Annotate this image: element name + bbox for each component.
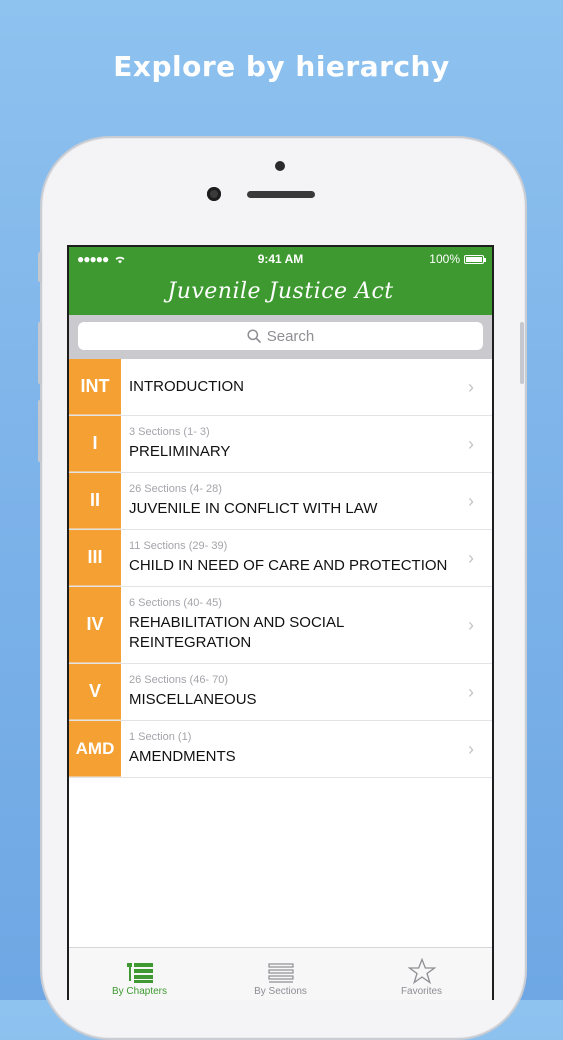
chevron-right-icon: › — [468, 739, 474, 759]
star-icon — [407, 958, 436, 984]
chapter-row-juvenile-conflict[interactable]: II 26 Sections (4- 28) JUVENILE IN CONFL… — [69, 473, 492, 530]
tab-label: Favorites — [400, 986, 443, 997]
proximity-sensor — [275, 161, 285, 171]
earpiece-speaker — [247, 191, 315, 198]
search-container: Search — [69, 315, 492, 359]
power-button — [520, 322, 524, 384]
chapter-badge: I — [69, 416, 121, 472]
search-placeholder: Search — [266, 327, 315, 345]
app-screen: ●●●●● 9:41 AM 100% Juvenile Justice Act … — [67, 245, 494, 1000]
status-bar: ●●●●● 9:41 AM 100% — [69, 252, 492, 268]
search-input[interactable]: Search — [78, 322, 483, 350]
chapter-title: PRELIMINARY — [129, 443, 231, 460]
tab-bar: By Chapters By Sections Favorites — [69, 947, 492, 1000]
mute-switch — [38, 252, 42, 282]
tab-label: By Chapters — [111, 986, 168, 997]
tab-by-chapters[interactable]: By Chapters — [69, 948, 210, 1000]
sections-list-icon — [267, 963, 294, 983]
volume-down-button — [38, 400, 42, 462]
chapter-title: INTRODUCTION — [129, 378, 244, 395]
chevron-right-icon: › — [468, 548, 474, 568]
chapter-section-count: 6 Sections (40- 45) — [129, 597, 222, 609]
chapter-row-preliminary[interactable]: I 3 Sections (1- 3) PRELIMINARY › — [69, 416, 492, 473]
chapter-row-amendments[interactable]: AMD 1 Section (1) AMENDMENTS › — [69, 721, 492, 778]
chapter-section-count: 3 Sections (1- 3) — [129, 426, 210, 438]
chapter-badge: V — [69, 664, 121, 720]
chevron-right-icon: › — [468, 434, 474, 454]
battery-icon — [464, 254, 486, 264]
chapter-section-count: 26 Sections (46- 70) — [129, 674, 229, 686]
chevron-right-icon: › — [468, 377, 474, 397]
navigation-bar: ●●●●● 9:41 AM 100% Juvenile Justice Act — [69, 247, 492, 315]
chapters-list-icon — [126, 963, 153, 983]
chevron-right-icon: › — [468, 491, 474, 511]
battery-percent: 100% — [429, 252, 460, 266]
chapter-badge: INT — [69, 359, 121, 415]
chevron-right-icon: › — [468, 615, 474, 635]
tab-by-sections[interactable]: By Sections — [210, 948, 351, 1000]
chapter-badge: IV — [69, 587, 121, 663]
chapter-title: JUVENILE IN CONFLICT WITH LAW — [129, 500, 378, 517]
chevron-right-icon: › — [468, 682, 474, 702]
tab-label: By Sections — [254, 986, 307, 997]
chapter-badge: AMD — [69, 721, 121, 777]
chapter-section-count: 11 Sections (29- 39) — [129, 540, 228, 552]
chapter-badge: III — [69, 530, 121, 586]
marketing-headline: Explore by hierarchy — [113, 50, 450, 83]
chapter-section-count: 1 Section (1) — [129, 731, 192, 743]
chapter-row-child-care[interactable]: III 11 Sections (29- 39) CHILD IN NEED O… — [69, 530, 492, 587]
chapter-list: INT INTRODUCTION › I 3 Sections (1- 3) P… — [69, 359, 492, 778]
chapter-title: REHABILITATION AND SOCIAL REINTEGRATION — [129, 614, 344, 651]
chapter-section-count: 26 Sections (4- 28) — [129, 483, 222, 495]
chapter-badge: II — [69, 473, 121, 529]
chapter-title: AMENDMENTS — [129, 748, 236, 765]
chapter-title: CHILD IN NEED OF CARE AND PROTECTION — [129, 557, 448, 574]
search-icon — [247, 329, 261, 343]
chapter-title: MISCELLANEOUS — [129, 691, 257, 708]
chapter-row-miscellaneous[interactable]: V 26 Sections (46- 70) MISCELLANEOUS › — [69, 664, 492, 721]
nav-title: Juvenile Justice Act — [167, 279, 394, 304]
front-camera — [207, 187, 221, 201]
tab-favorites[interactable]: Favorites — [351, 948, 492, 1000]
chapter-row-introduction[interactable]: INT INTRODUCTION › — [69, 359, 492, 416]
chapter-row-rehabilitation[interactable]: IV 6 Sections (40- 45) REHABILITATION AN… — [69, 587, 492, 664]
volume-up-button — [38, 322, 42, 384]
battery-indicator: 100% — [429, 252, 486, 266]
